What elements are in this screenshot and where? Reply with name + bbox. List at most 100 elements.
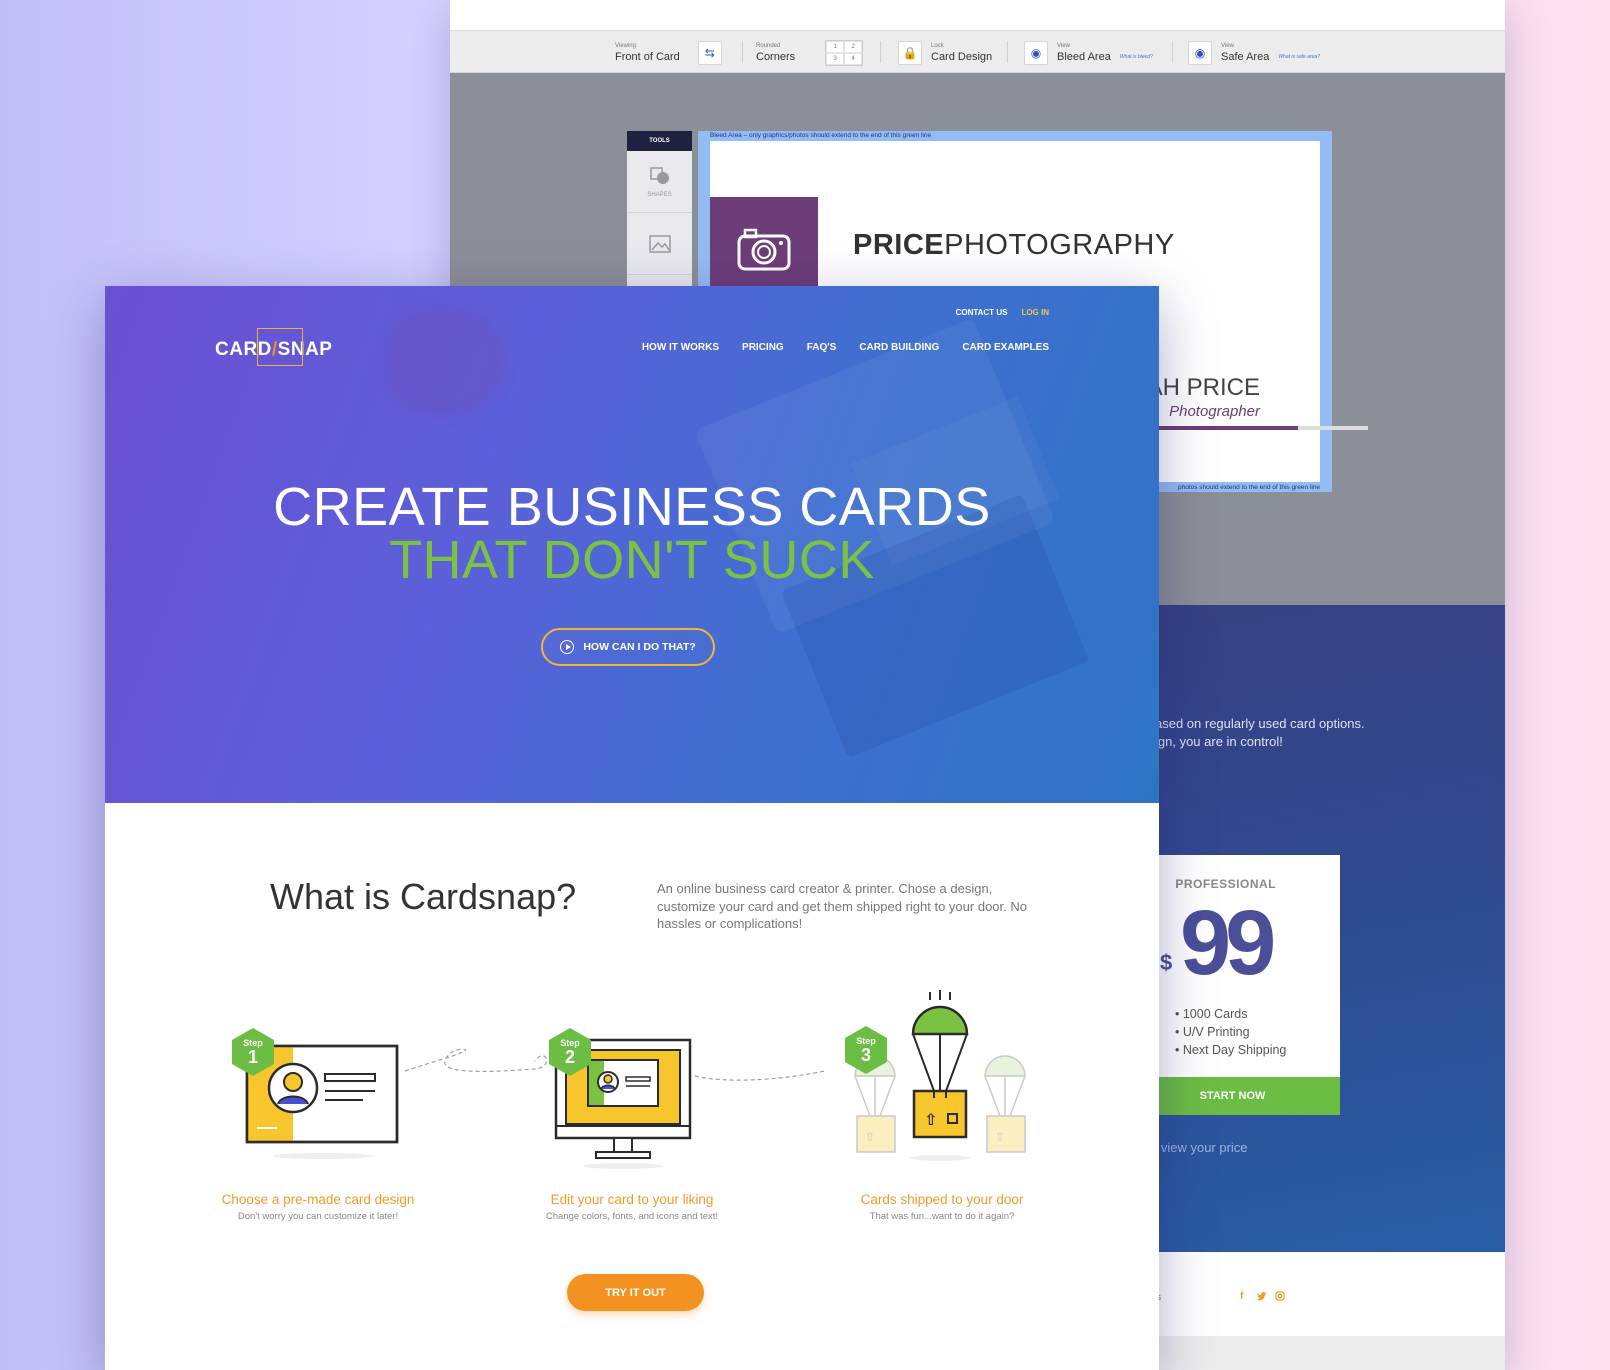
bleed-note: Bleed Area – only graphics/photos should… xyxy=(710,132,932,139)
step-title: Cards shipped to your door xyxy=(860,1192,1024,1207)
pricing-card: PROFESSIONAL $ 99 • 1000 Cards • U/V Pri… xyxy=(1155,855,1340,1115)
step-subtitle: Change colors, fonts, and icons and text… xyxy=(545,1211,719,1222)
viewing-label: Front of Card xyxy=(615,51,680,63)
card-brand-bold: PRICE xyxy=(853,229,945,261)
pricing-intro-line: ased on regularly used card options. xyxy=(1155,716,1365,731)
hero-button-label: HOW CAN I DO THAT? xyxy=(583,641,696,653)
toolbar-divider xyxy=(1007,41,1008,63)
lock-small-label: Lock xyxy=(931,43,944,49)
eye-icon[interactable]: ◉ xyxy=(1024,41,1048,65)
camera-icon xyxy=(737,228,791,271)
corners-label: Corners xyxy=(756,51,796,63)
rounded-corners-control[interactable]: Rounded Corners 1 2 3 4 xyxy=(756,40,864,66)
nav-card-building[interactable]: CARD BUILDING xyxy=(859,342,939,353)
nav-pricing[interactable]: PRICING xyxy=(742,342,784,353)
corner-picker[interactable]: 1 2 3 4 xyxy=(825,40,864,66)
nav-faqs[interactable]: FAQ'S xyxy=(807,342,837,353)
facebook-icon[interactable]: f xyxy=(1240,1291,1243,1302)
tools-title: TOOLS xyxy=(627,131,692,151)
shapes-tool[interactable]: SHAPES xyxy=(627,151,692,213)
bleed-note-bottom: photos should extend to the end of this … xyxy=(1177,484,1320,491)
step-title: Edit your card to your liking xyxy=(550,1192,714,1207)
try-it-out-button[interactable]: TRY IT OUT xyxy=(567,1274,704,1311)
step-subtitle: Don't worry you can customize it later! xyxy=(237,1211,399,1222)
lock-label: Card Design xyxy=(931,51,993,63)
top-links: CONTACT US LOG IN xyxy=(956,308,1049,317)
bleed-small-label: View xyxy=(1057,43,1070,49)
tools-panel: TOOLS SHAPES xyxy=(627,131,692,291)
bleed-label: Bleed Area xyxy=(1057,51,1111,63)
price-feature: • Next Day Shipping xyxy=(1175,1043,1287,1057)
price-features: • 1000 Cards • U/V Printing • Next Day S… xyxy=(1175,1005,1286,1059)
viewing-small-label: Viewing xyxy=(615,43,636,49)
eye-icon[interactable]: ◉ xyxy=(1188,41,1212,65)
nav-card-examples[interactable]: CARD EXAMPLES xyxy=(962,342,1049,353)
flip-card-icon[interactable]: ⇆ xyxy=(697,41,722,65)
pricing-intro-line: ign, you are in control! xyxy=(1155,734,1283,749)
image-icon xyxy=(648,234,671,253)
card-accent-bar-light xyxy=(1298,426,1368,430)
pricing-intro: ased on regularly used card options. ign… xyxy=(1155,715,1365,751)
toolbar-divider xyxy=(880,41,881,63)
view-price-link[interactable]: o view your price xyxy=(1150,1140,1248,1155)
parachute-delivery-icon: ⇧ ⇧ ⇧ xyxy=(854,990,1026,1161)
landing-page: CARD/SNAP CONTACT US LOG IN HOW IT WORKS… xyxy=(105,286,1159,1370)
card-person-name[interactable]: AH PRICE xyxy=(1147,374,1260,402)
viewing-control[interactable]: Viewing Front of Card ⇆ xyxy=(615,40,722,66)
svg-text:⇧: ⇧ xyxy=(995,1130,1005,1144)
price-amount: 99 xyxy=(1180,892,1276,994)
main-nav: HOW IT WORKS PRICING FAQ'S CARD BUILDING… xyxy=(642,342,1049,353)
image-tool[interactable] xyxy=(627,213,692,275)
what-is-description: An online business card creator & printe… xyxy=(657,881,1027,931)
safe-label: Safe Area xyxy=(1221,51,1270,63)
bleed-area-control[interactable]: ◉ View Bleed Area What is bleed? xyxy=(1024,40,1153,66)
safe-small-label: View xyxy=(1221,43,1234,49)
editor-toolbar: Viewing Front of Card ⇆ Rounded Corners … xyxy=(450,30,1505,73)
log-in-link[interactable]: LOG IN xyxy=(1021,308,1049,317)
bleed-help-link[interactable]: What is bleed? xyxy=(1120,54,1153,60)
twitter-icon[interactable] xyxy=(1256,1291,1267,1301)
step-subtitle: That was fun...want to do it again? xyxy=(869,1211,1015,1222)
lock-icon[interactable]: 🔒 xyxy=(898,41,922,65)
contact-us-link[interactable]: CONTACT US xyxy=(956,308,1008,317)
card-brand-light: PHOTOGRAPHY xyxy=(944,229,1175,261)
hero-headline-line1: CREATE BUSINESS CARDS xyxy=(273,477,991,537)
corner-option[interactable]: 3 xyxy=(826,53,845,65)
step-title: Choose a pre-made card design xyxy=(221,1192,415,1207)
step-number: 1 xyxy=(247,1046,258,1067)
editor-header xyxy=(450,0,1505,30)
shapes-label: SHAPES xyxy=(647,191,672,198)
price-currency: $ xyxy=(1160,950,1173,975)
corner-option[interactable]: 4 xyxy=(844,53,863,65)
price-tier: PROFESSIONAL xyxy=(1175,877,1276,891)
corner-option[interactable]: 1 xyxy=(826,41,845,53)
logo-frame xyxy=(257,328,303,366)
hero-background-plant xyxy=(385,306,505,416)
step-number: 3 xyxy=(860,1044,871,1065)
step-number: 2 xyxy=(564,1046,575,1067)
svg-text:⇧: ⇧ xyxy=(865,1130,875,1144)
card-person-role[interactable]: Photographer xyxy=(1169,403,1260,420)
instagram-icon[interactable] xyxy=(1275,1291,1285,1301)
safe-area-control[interactable]: ◉ View Safe Area What is safe area? xyxy=(1188,40,1320,66)
hero-section: CARD/SNAP CONTACT US LOG IN HOW IT WORKS… xyxy=(105,286,1159,803)
cardsnap-logo[interactable]: CARD/SNAP xyxy=(215,328,332,366)
start-now-button[interactable]: START NOW xyxy=(1155,1077,1340,1115)
card-accent-bar xyxy=(1150,426,1298,430)
what-is-title: What is Cardsnap? xyxy=(270,876,577,917)
how-can-i-do-that-button[interactable]: HOW CAN I DO THAT? xyxy=(541,628,715,666)
hero-headline: CREATE BUSINESS CARDS THAT DON'T SUCK xyxy=(105,480,1159,590)
corner-option[interactable]: 2 xyxy=(844,41,863,53)
lock-design-control[interactable]: 🔒 Lock Card Design xyxy=(898,40,992,66)
card-brand[interactable]: PRICEPHOTOGRAPHY xyxy=(853,229,1175,262)
price-feature: • U/V Printing xyxy=(1175,1025,1250,1039)
corners-small-label: Rounded xyxy=(756,43,781,49)
toolbar-divider xyxy=(742,41,743,63)
play-icon xyxy=(560,640,575,654)
hero-headline-line2: THAT DON'T SUCK xyxy=(389,530,875,590)
nav-how-it-works[interactable]: HOW IT WORKS xyxy=(642,342,719,353)
toolbar-divider xyxy=(1172,41,1173,63)
safe-help-link[interactable]: What is safe area? xyxy=(1278,54,1320,60)
svg-text:⇧: ⇧ xyxy=(924,1110,937,1129)
price-feature: • 1000 Cards xyxy=(1175,1007,1248,1021)
